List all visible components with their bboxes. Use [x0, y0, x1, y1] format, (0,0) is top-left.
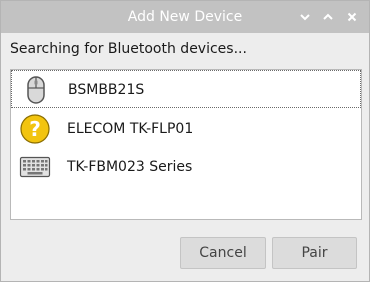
window-title: Add New Device: [127, 9, 243, 25]
device-list[interactable]: BSMBB21S ? ELECOM TK-FLP01 TK-FBM023 Ser…: [10, 69, 362, 220]
cancel-button[interactable]: Cancel: [180, 237, 266, 269]
title-bar[interactable]: Add New Device: [1, 1, 369, 33]
minimize-icon[interactable]: [297, 9, 313, 25]
device-name: BSMBB21S: [68, 82, 145, 98]
unknown-device-icon: ?: [19, 113, 51, 145]
pair-button[interactable]: Pair: [272, 237, 357, 269]
svg-text:?: ?: [29, 117, 41, 141]
device-row-tk-fbm023-series[interactable]: TK-FBM023 Series: [11, 148, 361, 186]
add-new-device-window: Add New Device Searching for Bluetooth d…: [0, 0, 370, 282]
close-icon[interactable]: [344, 9, 360, 25]
device-row-elecom-tk-flp01[interactable]: ? ELECOM TK-FLP01: [11, 110, 361, 148]
device-name: TK-FBM023 Series: [67, 159, 193, 175]
device-name: ELECOM TK-FLP01: [67, 121, 194, 137]
maximize-icon[interactable]: [320, 9, 336, 25]
search-status-text: Searching for Bluetooth devices...: [10, 41, 247, 57]
keyboard-icon: [19, 151, 51, 183]
device-row-bsmbb21s[interactable]: BSMBB21S: [11, 70, 361, 108]
mouse-icon: [20, 74, 52, 106]
